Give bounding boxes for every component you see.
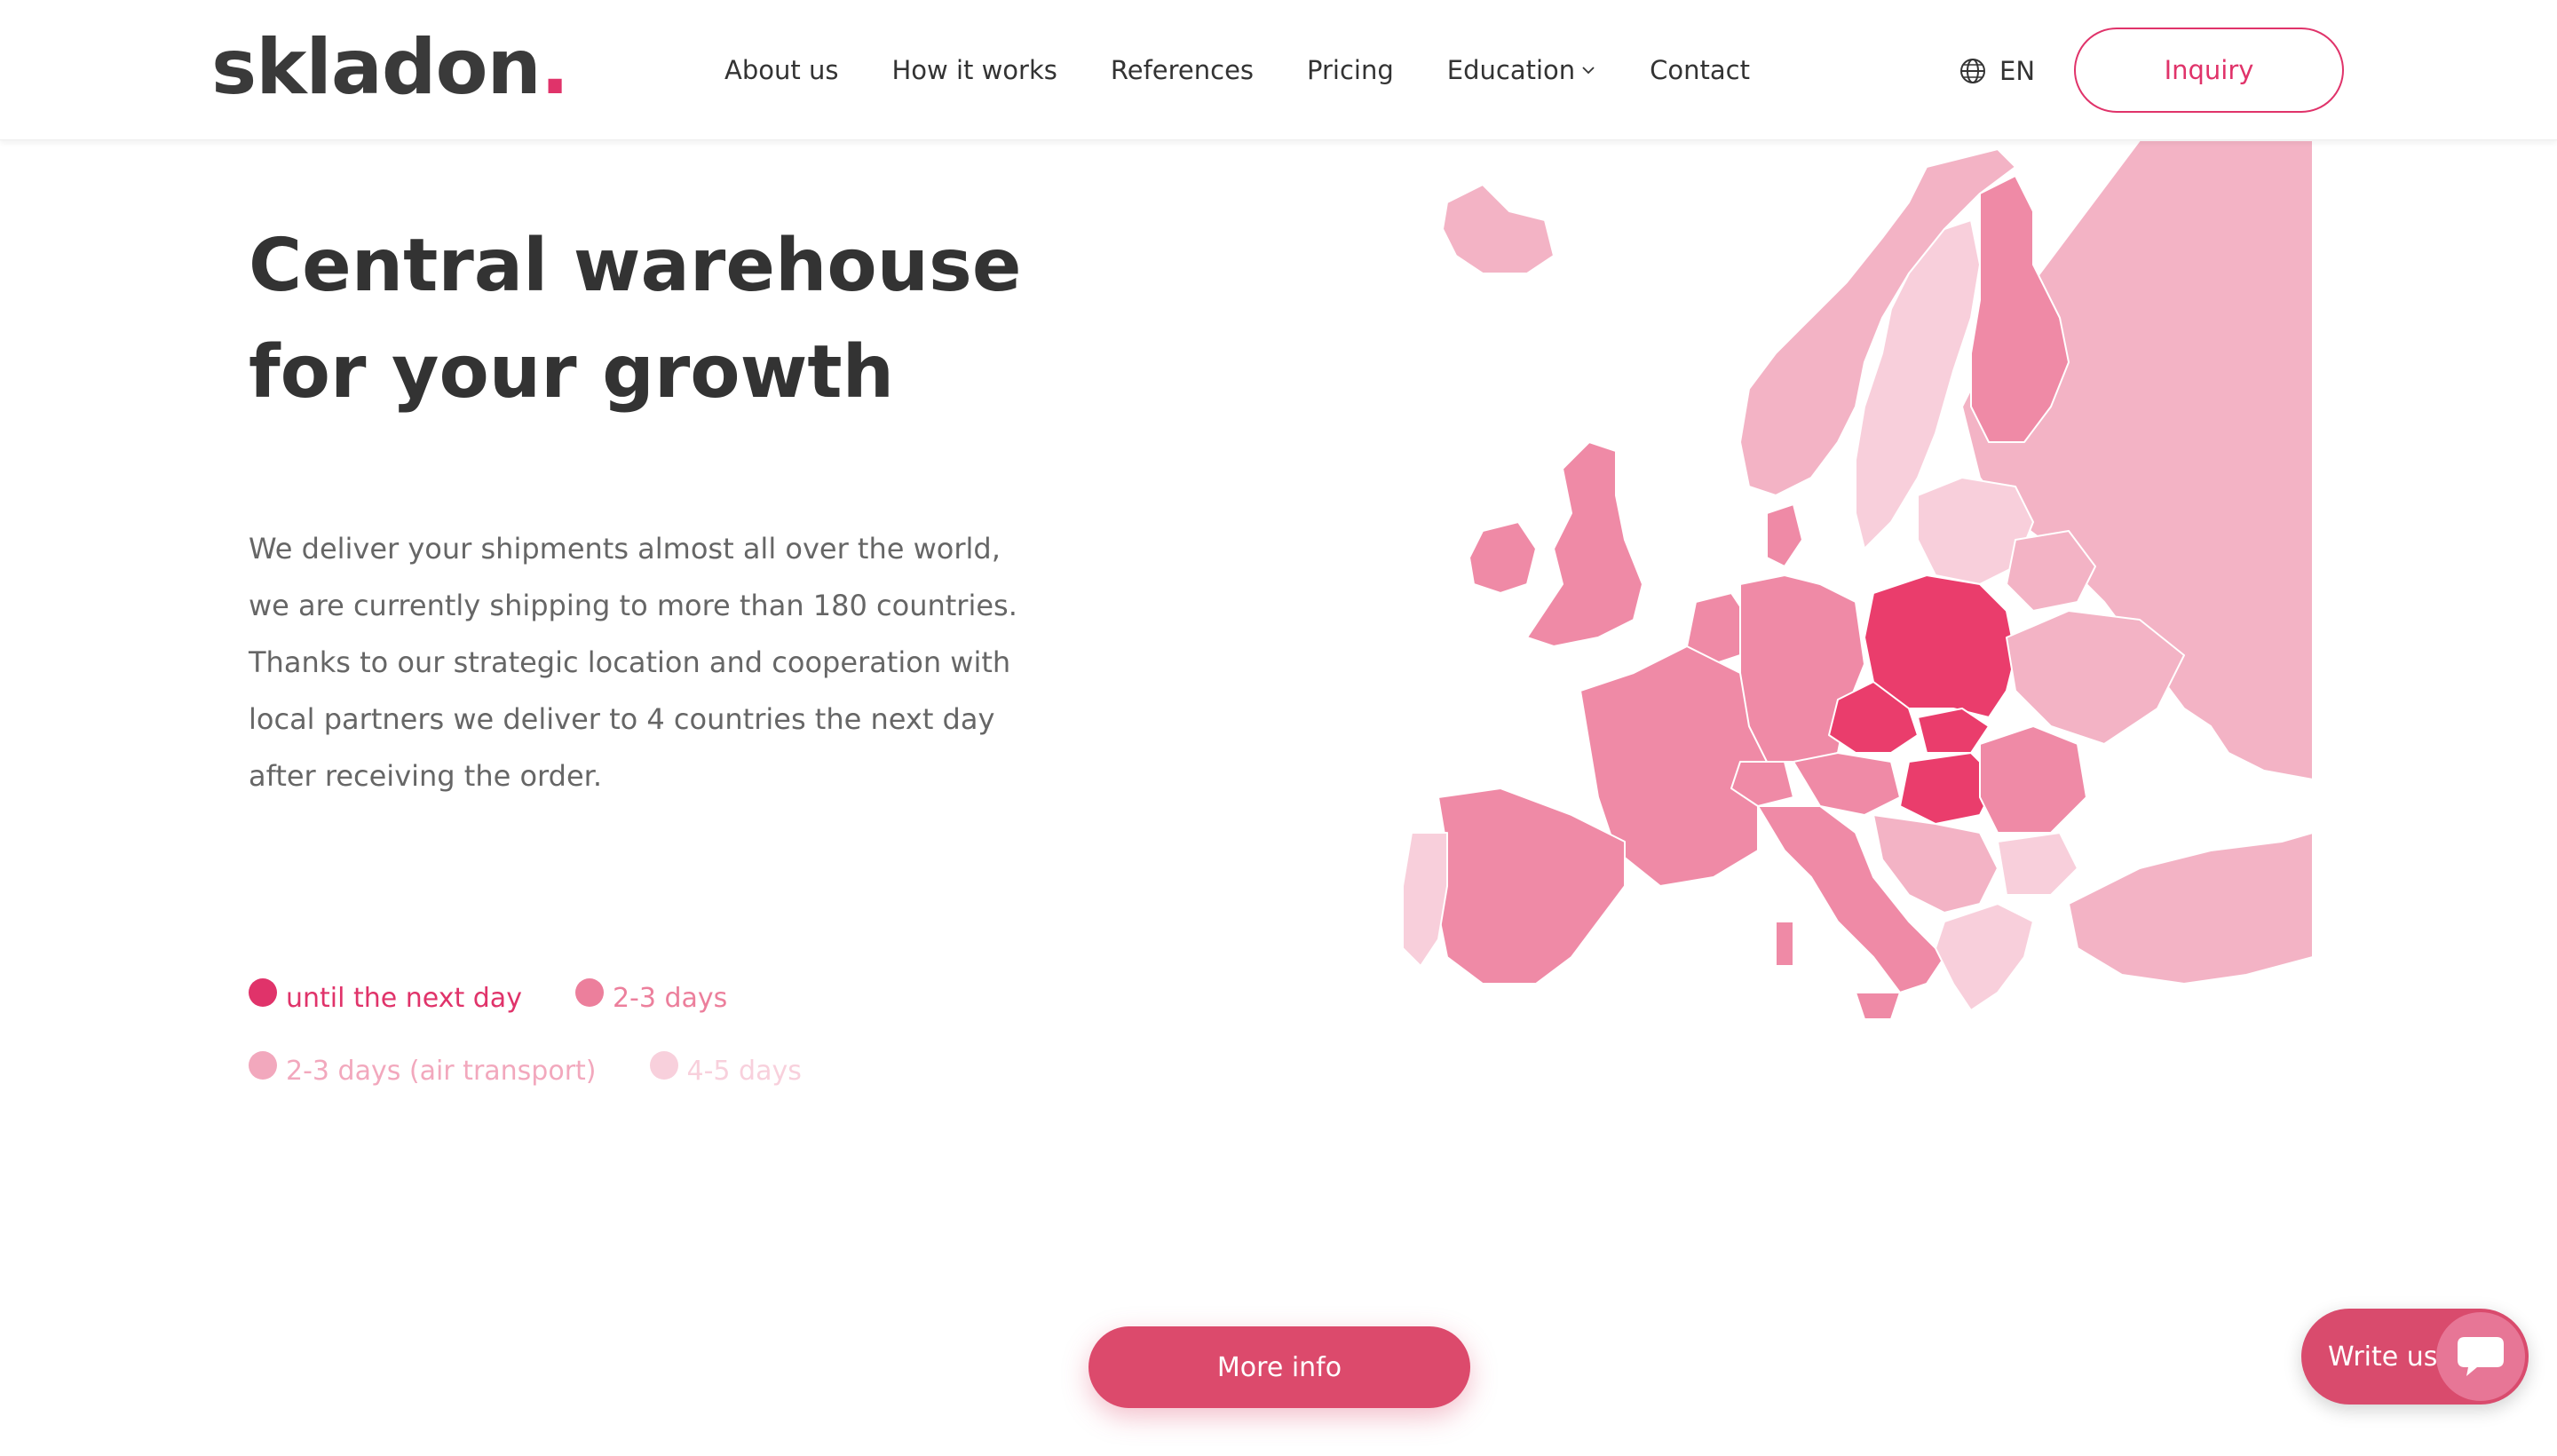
map-region-romania[interactable] [1979, 725, 2087, 834]
nav-education[interactable]: Education [1447, 55, 1596, 85]
legend-label: 2-3 days [612, 982, 728, 1014]
chevron-down-icon [1582, 67, 1595, 75]
legend-item-next-day: until the next day [249, 978, 522, 1014]
map-region-greece[interactable] [1935, 903, 2034, 1011]
map-region-ireland[interactable] [1468, 521, 1537, 594]
legend-row: 2-3 days (air transport) 4-5 days [249, 1044, 870, 1097]
title-line-2: for your growth [249, 330, 894, 415]
nav-label: Education [1446, 55, 1576, 85]
nav-how-it-works[interactable]: How it works [891, 55, 1057, 85]
nav-label: About us [724, 55, 839, 85]
chat-bubble-icon [2436, 1312, 2525, 1401]
logo[interactable]: skladon. [211, 23, 570, 112]
language-switcher[interactable]: EN [1959, 53, 2035, 89]
logo-dot: . [540, 23, 570, 112]
logo-text: skladon [211, 23, 542, 112]
inquiry-button[interactable]: Inquiry [2074, 28, 2344, 113]
nav-label: Pricing [1307, 55, 1394, 85]
legend-item-4-5-days: 4-5 days [649, 1051, 802, 1087]
map-region-denmark[interactable] [1766, 503, 1803, 567]
legend-label: 4-5 days [686, 1055, 802, 1087]
page-title: Central warehouse for your growth [249, 213, 1048, 426]
write-us-chat-button[interactable]: Write us [2301, 1309, 2529, 1405]
legend-dot [574, 978, 604, 1007]
legend-dot [249, 978, 277, 1007]
nav-label: References [1110, 55, 1255, 85]
legend-item-air-transport: 2-3 days (air transport) [249, 1051, 597, 1087]
map-region-sicily[interactable] [1855, 992, 1901, 1020]
site-header: skladon. About us How it works Reference… [0, 0, 2557, 140]
map-region-portugal[interactable] [1402, 832, 1448, 967]
map-region-turkey[interactable] [2068, 832, 2313, 985]
globe-icon [1960, 59, 1985, 83]
legend-label: 2-3 days (air transport) [286, 1055, 597, 1087]
nav-references[interactable]: References [1111, 55, 1254, 85]
legend-item-2-3-days: 2-3 days [574, 978, 728, 1014]
legend-label: until the next day [286, 982, 522, 1014]
map-region-sardinia[interactable] [1775, 921, 1794, 967]
write-us-label: Write us [2328, 1341, 2438, 1373]
map-region-balkans[interactable] [1872, 814, 1999, 914]
language-code: EN [1999, 56, 2036, 86]
europe-delivery-map [1402, 140, 2313, 1020]
map-region-iceland[interactable] [1442, 184, 1555, 274]
hero-description: We deliver your shipments almost all ove… [249, 532, 1017, 793]
nav-pricing[interactable]: Pricing [1307, 55, 1394, 85]
nav-about-us[interactable]: About us [724, 55, 838, 85]
legend-dot [249, 1051, 277, 1080]
map-region-uk[interactable] [1526, 441, 1643, 647]
legend-row: until the next day 2-3 days [249, 971, 870, 1025]
nav-label: Contact [1650, 55, 1750, 85]
map-region-bulgaria[interactable] [1997, 832, 2078, 896]
delivery-legend: until the next day 2-3 days 2-3 days (ai… [249, 971, 870, 1117]
map-region-spain[interactable] [1437, 787, 1626, 985]
nav-label: How it works [891, 55, 1057, 85]
title-line-1: Central warehouse [249, 224, 1022, 308]
more-info-button[interactable]: More info [1089, 1326, 1470, 1408]
nav-contact[interactable]: Contact [1650, 55, 1750, 85]
main-nav: About us How it works References Pricing… [724, 0, 1803, 140]
legend-dot [649, 1051, 678, 1080]
